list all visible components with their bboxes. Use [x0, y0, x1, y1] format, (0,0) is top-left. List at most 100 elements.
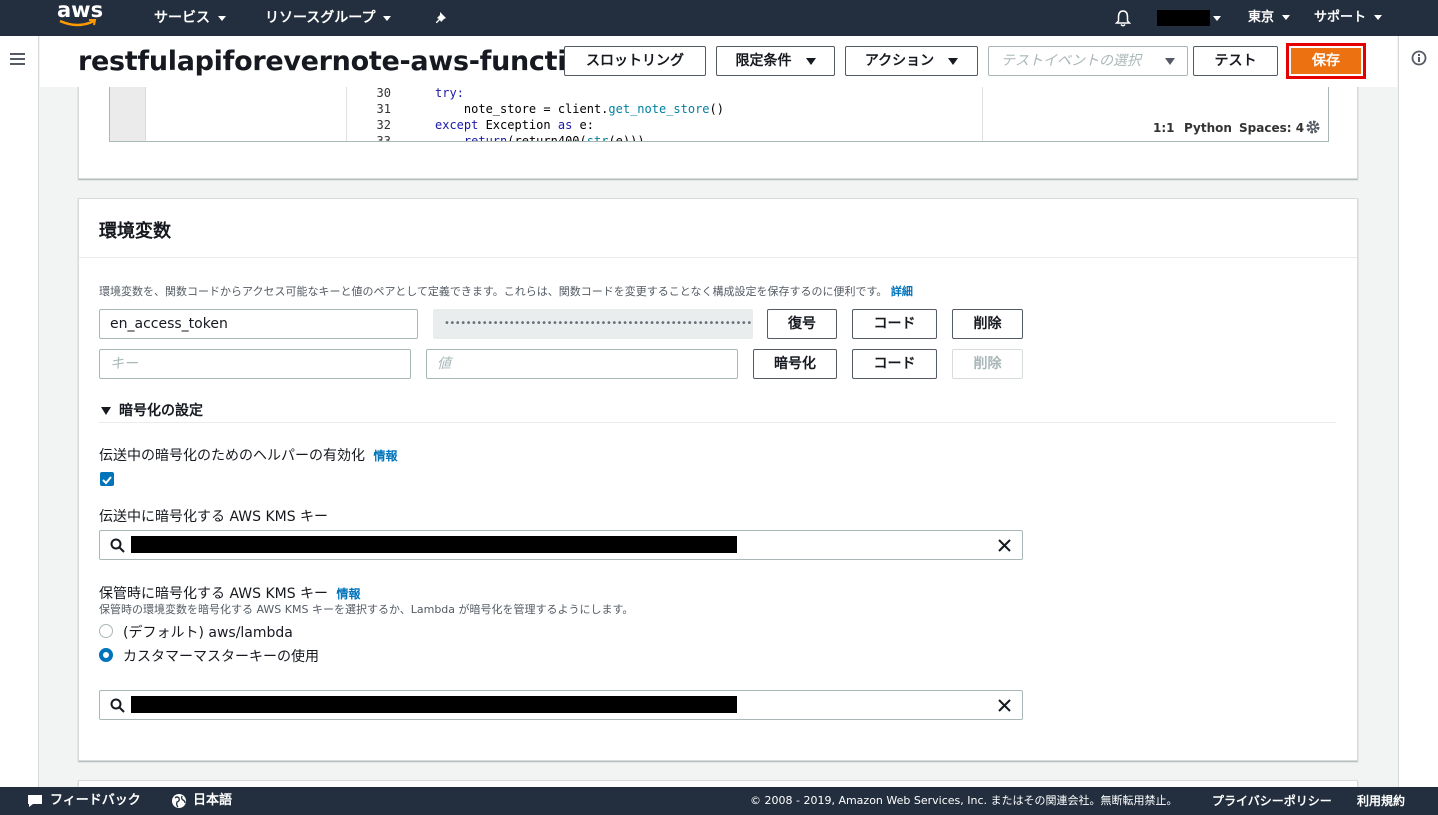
- new-env-value-input[interactable]: 値: [426, 349, 738, 379]
- editor-language[interactable]: Python: [1184, 121, 1232, 135]
- info-link[interactable]: 情報: [373, 449, 397, 463]
- helper-encryption-checkbox[interactable]: [100, 472, 114, 486]
- feedback-icon: [28, 794, 42, 807]
- footer: フィードバック 日本語 © 2008 - 2019, Amazon Web Se…: [0, 787, 1438, 815]
- details-link[interactable]: 詳細: [891, 285, 913, 298]
- language-selector[interactable]: 日本語: [171, 787, 232, 815]
- globe-icon: [172, 793, 186, 808]
- divider: [79, 257, 1357, 258]
- delete-button[interactable]: 削除: [952, 309, 1023, 339]
- copyright: © 2008 - 2019, Amazon Web Services, Inc.…: [750, 794, 1178, 807]
- code-line: except Exception as e:: [435, 118, 594, 132]
- helper-encryption-label: 伝送中の暗号化のためのヘルパーの有効化 情報: [99, 445, 397, 465]
- editor-gutter: [110, 87, 146, 141]
- resource-groups-menu[interactable]: リソースグループ: [265, 0, 392, 36]
- top-navigation-bar: aws サービス リソースグループ 東京 サポート: [0, 0, 1438, 36]
- actions-label: アクション: [864, 53, 935, 69]
- code-editor[interactable]: 30 try: 31 note_store = client.get_note_…: [109, 87, 1329, 142]
- terms-link[interactable]: 利用規約: [1357, 787, 1405, 815]
- test-event-select[interactable]: テストイベントの選択: [988, 46, 1188, 76]
- transit-kms-key-search[interactable]: [99, 530, 1023, 560]
- clear-icon[interactable]: [998, 699, 1011, 712]
- code-line: try:: [435, 87, 464, 100]
- chevron-down-icon: [1213, 15, 1221, 21]
- helper-encryption-text: 伝送中の暗号化のためのヘルパーの有効化: [99, 448, 365, 464]
- resource-groups-label: リソースグループ: [265, 10, 376, 26]
- env-description: 環境変数を、関数コードからアクセス可能なキーと値のペアとして定義できます。これら…: [99, 283, 913, 299]
- chevron-down-icon: [1282, 15, 1291, 20]
- save-button-highlight: 保存: [1286, 43, 1366, 79]
- throttle-button[interactable]: スロットリング: [564, 46, 706, 76]
- chevron-down-icon: [948, 57, 959, 65]
- editor-indentation[interactable]: Spaces: 4: [1239, 121, 1304, 135]
- chevron-down-icon: [383, 15, 392, 21]
- encryption-settings-title: 暗号化の設定: [119, 403, 203, 419]
- gear-icon[interactable]: [1305, 119, 1321, 135]
- code-button[interactable]: コード: [852, 349, 937, 379]
- new-env-key-input[interactable]: キー: [99, 349, 411, 379]
- rest-kms-text: 保管時に暗号化する AWS KMS キー: [99, 586, 329, 602]
- services-menu[interactable]: サービス: [154, 0, 226, 36]
- left-rail: [0, 36, 39, 787]
- custom-key-radio[interactable]: [99, 648, 113, 662]
- clear-icon[interactable]: [998, 539, 1011, 552]
- env-value-input[interactable]: ••••••••••••••••••••••••••••••••••••••••…: [433, 309, 753, 339]
- search-icon: [110, 698, 125, 713]
- line-number: 31: [376, 102, 391, 116]
- support-menu[interactable]: サポート: [1314, 0, 1383, 36]
- bell-icon: [1114, 10, 1132, 27]
- decrypt-button[interactable]: 復号: [767, 309, 837, 339]
- test-event-placeholder: テストイベントの選択: [1001, 53, 1141, 69]
- language-label: 日本語: [193, 793, 233, 808]
- feedback-label: フィードバック: [50, 793, 141, 808]
- aws-logo[interactable]: aws: [57, 0, 103, 27]
- rest-kms-key-search[interactable]: [99, 690, 1023, 720]
- env-key-input[interactable]: en_access_token: [99, 309, 418, 339]
- region-menu[interactable]: 東京: [1248, 0, 1291, 36]
- test-button[interactable]: テスト: [1193, 46, 1278, 76]
- actions-dropdown[interactable]: アクション: [845, 46, 978, 76]
- transit-kms-label: 伝送中に暗号化する AWS KMS キー: [99, 509, 329, 525]
- chevron-down-icon: [805, 57, 816, 65]
- line-number: 33: [376, 134, 391, 142]
- qualifiers-dropdown[interactable]: 限定条件: [716, 46, 835, 76]
- code-button[interactable]: コード: [852, 309, 937, 339]
- default-key-radio[interactable]: [99, 624, 113, 638]
- caret-down-icon: [101, 407, 111, 415]
- region-label: 東京: [1248, 10, 1275, 25]
- env-section-title: 環境変数: [99, 221, 171, 242]
- redacted-kms-key: [131, 696, 737, 713]
- divider: [99, 422, 1336, 423]
- info-icon[interactable]: [1411, 50, 1427, 66]
- qualifiers-label: 限定条件: [735, 53, 792, 69]
- rest-kms-label: 保管時に暗号化する AWS KMS キー 情報: [99, 583, 361, 603]
- chevron-down-icon: [1165, 58, 1175, 65]
- encryption-settings-toggle[interactable]: 暗号化の設定: [101, 400, 203, 420]
- right-rail: [1398, 36, 1438, 787]
- default-key-label: (デフォルト) aws/lambda: [123, 625, 293, 641]
- function-header: restfulapiforevernote-aws-function-… スロッ…: [40, 36, 1397, 87]
- checkmark-icon: [102, 476, 112, 485]
- redacted-account-name: [1157, 10, 1210, 26]
- code-area[interactable]: 30 try: 31 note_store = client.get_note_…: [346, 87, 983, 142]
- feedback-link[interactable]: フィードバック: [26, 787, 141, 815]
- services-label: サービス: [154, 10, 210, 26]
- pin-icon: [436, 12, 446, 23]
- notifications-button[interactable]: [1114, 0, 1132, 36]
- delete-button-disabled: 削除: [952, 349, 1023, 379]
- encrypt-button[interactable]: 暗号化: [753, 349, 837, 379]
- info-link[interactable]: 情報: [337, 587, 361, 601]
- environment-variables-panel: 環境変数 環境変数を、関数コードからアクセス可能なキーと値のペアとして定義できま…: [78, 198, 1358, 761]
- chevron-down-icon: [1374, 15, 1383, 20]
- account-menu[interactable]: [1157, 0, 1221, 36]
- code-line: note_store = client.get_note_store(): [435, 102, 724, 116]
- privacy-link[interactable]: プライバシーポリシー: [1212, 787, 1332, 815]
- rest-kms-help: 保管時の環境変数を暗号化する AWS KMS キーを選択するか、Lambda が…: [99, 603, 634, 616]
- line-number: 32: [376, 118, 391, 132]
- code-line: return(return400(str(e))): [463, 134, 645, 142]
- menu-icon[interactable]: [10, 52, 26, 66]
- pin-button[interactable]: [435, 0, 449, 36]
- save-button[interactable]: 保存: [1291, 48, 1361, 74]
- aws-smile-icon: [59, 19, 97, 27]
- line-number: 30: [376, 87, 391, 100]
